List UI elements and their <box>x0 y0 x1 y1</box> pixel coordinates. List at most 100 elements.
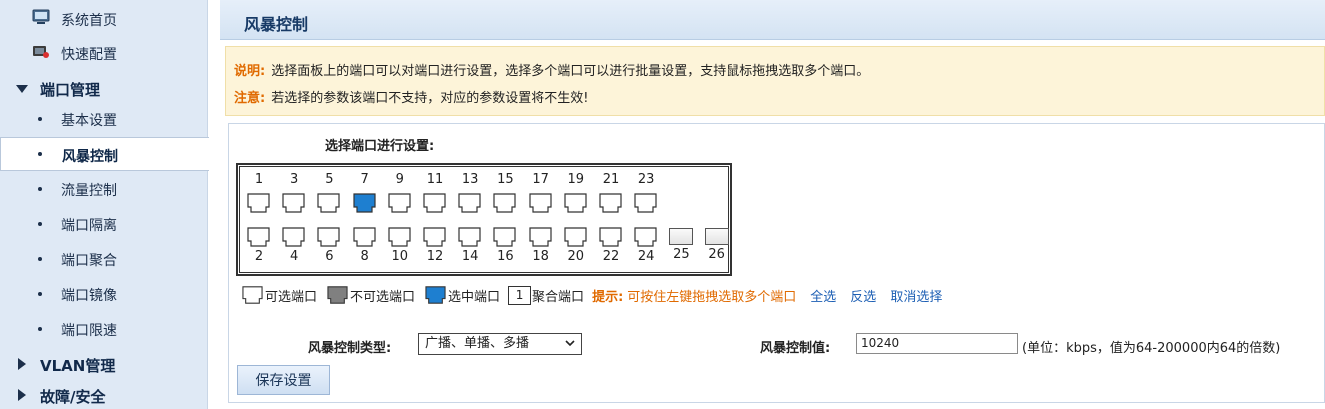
port-3[interactable] <box>281 192 306 214</box>
sidebar-group-port-mgmt[interactable]: 端口管理 <box>0 71 208 105</box>
sidebar-group-vlan[interactable]: VLAN管理 <box>0 347 208 381</box>
sidebar-item-label: 端口镜像 <box>61 288 117 304</box>
port-17[interactable] <box>528 192 553 214</box>
port-icon <box>634 193 657 213</box>
page-title: 风暴控制 <box>244 15 309 34</box>
port-9[interactable] <box>387 192 412 214</box>
legend-selected-label: 选中端口 <box>448 289 501 305</box>
port-icon <box>388 193 411 213</box>
sidebar-item-flow-control[interactable]: 流量控制 <box>0 172 208 206</box>
port-22[interactable] <box>598 226 623 248</box>
sidebar-item-label: 端口聚合 <box>61 253 117 269</box>
save-button[interactable]: 保存设置 <box>237 365 330 395</box>
port-number-label: 15 <box>497 172 514 187</box>
sidebar-group-fault-security[interactable]: 故障/安全 <box>0 378 208 409</box>
port-number-label: 25 <box>673 247 690 262</box>
legend-selected: 选中端口 <box>423 285 500 305</box>
port-number-label: 24 <box>637 249 655 264</box>
legend-aggregated: 1 聚合端口 <box>508 285 585 305</box>
sidebar-item-port-mirror[interactable]: 端口镜像 <box>0 277 208 311</box>
legend-selectable-label: 可选端口 <box>265 289 318 305</box>
port-18[interactable] <box>528 226 553 248</box>
select-all-link[interactable]: 全选 <box>810 286 836 305</box>
quick-config-icon <box>32 43 50 59</box>
caret-down-icon <box>16 85 28 93</box>
port-7[interactable] <box>352 192 377 214</box>
port-20[interactable] <box>563 226 588 248</box>
sidebar-group-label: 故障/安全 <box>40 388 106 406</box>
port-icon <box>317 193 340 213</box>
sidebar-item-basic-settings[interactable]: 基本设置 <box>0 102 208 136</box>
port-23[interactable] <box>633 192 658 214</box>
port-unselectable-icon <box>327 286 348 304</box>
port-6[interactable] <box>316 226 341 248</box>
storm-type-label: 风暴控制类型: <box>308 341 392 356</box>
sidebar-item-label: 系统首页 <box>61 13 117 29</box>
storm-type-value: 广播、单播、多播 <box>425 336 530 351</box>
port-icon <box>423 227 446 247</box>
port-2[interactable] <box>246 226 271 248</box>
port-icon <box>423 193 446 213</box>
port-number-label: 19 <box>567 172 585 187</box>
port-13[interactable] <box>457 192 482 214</box>
port-icon <box>282 193 305 213</box>
sidebar-item-label: 流量控制 <box>61 183 117 199</box>
port-14[interactable] <box>457 226 482 248</box>
sidebar-item-label: 风暴控制 <box>62 149 118 165</box>
sidebar-item-storm-control[interactable]: 风暴控制 <box>0 137 209 171</box>
port-select-title: 选择端口进行设置: <box>325 139 435 154</box>
sidebar-group-label: 端口管理 <box>40 81 101 99</box>
port-legend: 可选端口 不可选端口 选中端口 1 聚合端口 提示: 可按住左键拖拽选取多个端口… <box>240 285 942 305</box>
port-4[interactable] <box>281 226 306 248</box>
port-icon <box>493 193 516 213</box>
storm-type-select[interactable]: 广播、单播、多播 <box>418 333 582 355</box>
notice-note: 注意: 若选择的参数该端口不支持，对应的参数设置将不生效! <box>234 87 588 106</box>
bullet-icon <box>38 327 42 331</box>
port-icon <box>458 193 481 213</box>
port-5[interactable] <box>316 192 341 214</box>
sidebar-item-home[interactable]: 系统首页 <box>0 2 208 36</box>
cancel-selection-link[interactable]: 取消选择 <box>890 286 942 305</box>
sfp-port-25[interactable] <box>669 228 694 245</box>
sidebar-item-label: 端口限速 <box>61 323 117 339</box>
port-11[interactable] <box>422 192 447 214</box>
storm-value-hint: (单位：kbps，值为64-200000内64的倍数) <box>1022 341 1281 356</box>
tip-key: 提示: <box>592 289 624 305</box>
port-number-label: 12 <box>426 249 444 264</box>
bullet-icon <box>38 257 42 261</box>
port-number-label: 13 <box>461 172 479 187</box>
port-icon <box>634 227 657 247</box>
notice-desc-key: 说明: <box>234 64 266 79</box>
sidebar-item-port-aggregation[interactable]: 端口聚合 <box>0 242 208 276</box>
sidebar-item-quick-config[interactable]: 快速配置 <box>0 36 208 70</box>
invert-selection-link[interactable]: 反选 <box>850 286 876 305</box>
legend-unselectable: 不可选端口 <box>325 285 415 305</box>
port-21[interactable] <box>598 192 623 214</box>
port-15[interactable] <box>492 192 517 214</box>
port-icon <box>458 227 481 247</box>
port-1[interactable] <box>246 192 271 214</box>
legend-aggregated-label: 聚合端口 <box>532 289 585 305</box>
sidebar: 系统首页 快速配置 端口管理 基本设置 风暴控制 流量控制 端口隔离 端口聚合 … <box>0 0 209 409</box>
port-8[interactable] <box>352 226 377 248</box>
port-selectable-icon <box>242 286 263 304</box>
port-icon <box>564 193 587 213</box>
port-10[interactable] <box>387 226 412 248</box>
sfp-port-26[interactable] <box>704 228 729 245</box>
port-number-label: 21 <box>602 172 620 187</box>
port-number-label: 23 <box>637 172 655 187</box>
port-12[interactable] <box>422 226 447 248</box>
caret-right-icon <box>18 358 26 370</box>
port-16[interactable] <box>492 226 517 248</box>
storm-value-input[interactable]: 10240 <box>856 333 1018 354</box>
chevron-down-icon <box>565 340 575 347</box>
port-number-label: 26 <box>708 247 725 262</box>
sidebar-item-port-rate-limit[interactable]: 端口限速 <box>0 312 208 346</box>
port-19[interactable] <box>563 192 588 214</box>
port-24[interactable] <box>633 226 658 248</box>
port-number-label: 18 <box>532 249 549 264</box>
port-icon <box>282 227 305 247</box>
port-number-label: 4 <box>290 249 299 264</box>
port-number-label: 11 <box>426 172 444 187</box>
sidebar-item-port-isolation[interactable]: 端口隔离 <box>0 207 208 241</box>
